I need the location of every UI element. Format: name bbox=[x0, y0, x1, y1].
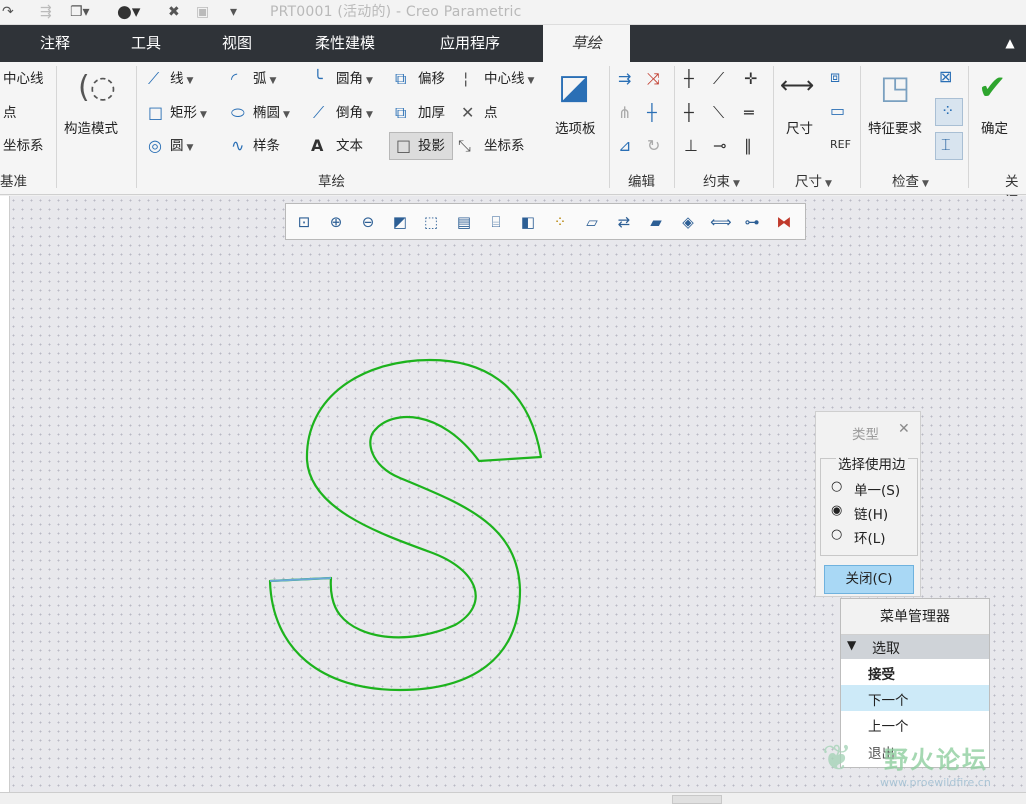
graphics-toolbar: ⊡ ⊕ ⊖ ◩ ⬚ ▤ ⌸ ◧ ⁘ ▱ ⇄ ▰ ◈ ⟺ ⊶ ⧓ bbox=[285, 203, 806, 240]
shading-icon[interactable]: ▰ bbox=[646, 213, 666, 231]
repaint-icon[interactable]: ◩ bbox=[390, 213, 410, 231]
sketch-profile-s bbox=[268, 358, 543, 692]
radio-single-label[interactable]: 单一(S) bbox=[854, 479, 900, 499]
status-bar bbox=[0, 792, 1026, 804]
close-icon[interactable]: ✕ bbox=[898, 421, 910, 437]
menu-item-next[interactable]: 下一个 bbox=[841, 685, 989, 711]
saved-orientations-icon[interactable]: ▤ bbox=[454, 213, 474, 231]
menu-section-header[interactable]: ▼ 选取 bbox=[841, 635, 989, 659]
watermark-text: 野火论坛 bbox=[884, 746, 988, 774]
flame-logo-icon: ❦ bbox=[822, 738, 853, 779]
zoom-in-icon[interactable]: ⊕ bbox=[326, 213, 346, 231]
sketch-view-icon[interactable]: ⇄ bbox=[614, 213, 634, 231]
edge-type-group-title: 选择使用边 bbox=[836, 453, 908, 473]
perspective-icon[interactable]: ◧ bbox=[518, 213, 538, 231]
menu-item-accept-label: 接受 bbox=[868, 667, 895, 683]
menu-manager-title: 菜单管理器 bbox=[841, 599, 989, 635]
watermark: ❦ 野火论坛 www.proewildfire.cn bbox=[818, 736, 1022, 796]
radio-selected-icon[interactable]: ◉ bbox=[831, 503, 842, 518]
type-dialog-title: 类型 bbox=[852, 427, 879, 443]
zoom-out-icon[interactable]: ⊖ bbox=[358, 213, 378, 231]
datum-display-icon[interactable]: ⁘ bbox=[550, 213, 570, 231]
menu-item-previous-label: 上一个 bbox=[868, 719, 909, 735]
menu-section-label: 选取 bbox=[872, 641, 900, 657]
radio-chain-label[interactable]: 链(H) bbox=[854, 503, 888, 523]
menu-item-next-label: 下一个 bbox=[868, 693, 909, 709]
close-button[interactable]: 关闭(C) bbox=[824, 565, 914, 594]
radio-icon[interactable]: ○ bbox=[831, 527, 842, 542]
wireframe-icon[interactable]: ◈ bbox=[678, 213, 698, 231]
refit-icon[interactable]: ⊡ bbox=[294, 213, 314, 231]
menu-item-previous[interactable]: 上一个 bbox=[841, 711, 989, 737]
constraint-display-icon[interactable]: ⊶ bbox=[742, 213, 762, 231]
collapse-triangle-icon: ▼ bbox=[847, 638, 857, 652]
view-manager-icon[interactable]: ⌸ bbox=[486, 213, 506, 231]
display-style-icon[interactable]: ⬚ bbox=[421, 213, 441, 231]
radio-loop-label[interactable]: 环(L) bbox=[854, 527, 886, 547]
status-field[interactable] bbox=[672, 795, 722, 804]
type-dialog: 类型 ✕ 选择使用边 ○ 单一(S) ◉ 链(H) ○ 环(L) 关闭(C) bbox=[815, 411, 921, 597]
menu-item-accept[interactable]: 接受 bbox=[841, 659, 989, 685]
watermark-url: www.proewildfire.cn bbox=[880, 776, 991, 789]
plane-display-icon[interactable]: ▱ bbox=[582, 213, 602, 231]
vertex-display-icon[interactable]: ⧓ bbox=[774, 213, 794, 231]
radio-icon[interactable]: ○ bbox=[831, 479, 842, 494]
dimension-display-icon[interactable]: ⟺ bbox=[710, 213, 732, 231]
